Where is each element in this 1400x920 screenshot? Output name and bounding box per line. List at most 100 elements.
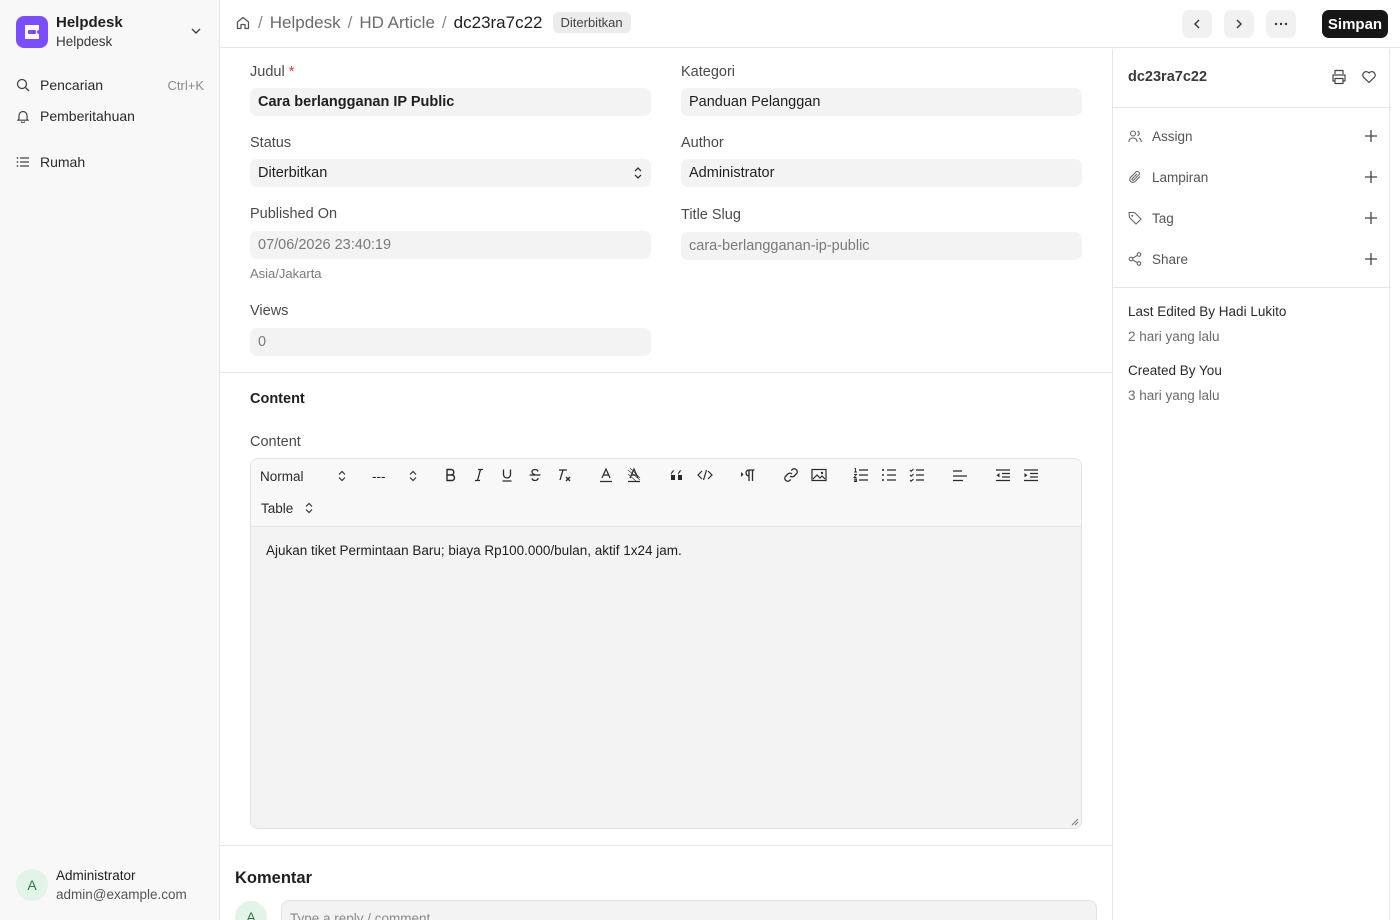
home-icon[interactable] (235, 15, 251, 31)
attachments-label: Lampiran (1152, 169, 1209, 185)
last-edited-by: Last Edited By Hadi Lukito (1128, 304, 1287, 319)
resize-handle-icon[interactable] (1071, 818, 1079, 826)
tag-label: Tag (1152, 210, 1174, 226)
avatar: A (16, 869, 48, 901)
document-id: dc23ra7c22 (1128, 69, 1208, 85)
created-by: Created By You (1128, 363, 1222, 378)
format-select-value: Normal (260, 468, 304, 484)
plus-icon[interactable] (1364, 252, 1378, 266)
strikethrough-icon[interactable] (526, 466, 544, 484)
link-icon[interactable] (782, 466, 800, 484)
tag-row[interactable]: Tag (1128, 207, 1378, 229)
title-label: Judul * (250, 64, 294, 80)
font-size-select-value: --- (372, 468, 386, 484)
bullet-list-icon[interactable] (880, 466, 898, 484)
select-arrows-icon (633, 166, 643, 180)
section-divider (220, 845, 1112, 846)
sidebar: Helpdesk Helpdesk Pencarian Ctrl+K Pembe… (0, 0, 220, 920)
author-input[interactable]: Administrator (681, 159, 1082, 187)
plus-icon[interactable] (1364, 129, 1378, 143)
share-row[interactable]: Share (1128, 248, 1378, 270)
views-input[interactable]: 0 (250, 328, 651, 356)
checklist-icon[interactable] (908, 466, 926, 484)
save-button[interactable]: Simpan (1322, 10, 1388, 38)
printer-icon[interactable] (1331, 69, 1347, 85)
indent-icon[interactable] (1022, 466, 1040, 484)
plus-icon[interactable] (1364, 170, 1378, 184)
status-select-value: Diterbitkan (258, 165, 328, 181)
code-block-icon[interactable] (696, 466, 714, 484)
select-arrows-icon (409, 470, 417, 482)
category-label: Kategori (681, 64, 736, 80)
comment-input[interactable]: Type a reply / comment (281, 900, 1097, 920)
user-menu[interactable]: A Administrator admin@example.com (16, 866, 187, 904)
status-select[interactable]: Diterbitkan (250, 159, 651, 187)
paragraph-direction-icon[interactable] (738, 466, 758, 484)
assign-row[interactable]: Assign (1128, 125, 1378, 147)
more-actions-button[interactable] (1266, 10, 1296, 38)
heart-icon[interactable] (1361, 69, 1377, 85)
sidebar-item-home[interactable]: Rumah (16, 149, 204, 175)
format-select[interactable]: Normal (260, 467, 346, 485)
title-slug-input[interactable]: cara-berlangganan-ip-public (681, 232, 1082, 260)
breadcrumb-hd-article[interactable]: HD Article (359, 13, 435, 33)
document-sidebar: dc23ra7c22 Assign Lampiran Tag Share Las… (1112, 49, 1391, 920)
ordered-list-icon[interactable] (852, 466, 870, 484)
search-icon (16, 78, 30, 92)
user-name: Administrator (56, 868, 136, 883)
editor-body-text[interactable]: Ajukan tiket Permintaan Baru; biaya Rp10… (266, 543, 682, 558)
paperclip-icon (1128, 170, 1142, 184)
content-editor[interactable]: Normal --- Table Ajukan tiket Permintaan… (250, 458, 1082, 829)
search-shortcut: Ctrl+K (167, 77, 204, 93)
published-on-label: Published On (250, 206, 338, 222)
panel-divider (1113, 287, 1391, 288)
share-label: Share (1152, 251, 1189, 267)
select-arrows-icon (338, 470, 346, 482)
table-select[interactable]: Table (261, 499, 313, 517)
clear-format-icon[interactable] (554, 466, 574, 484)
underline-icon[interactable] (498, 466, 516, 484)
blockquote-icon[interactable] (668, 466, 686, 484)
required-marker: * (288, 64, 295, 80)
table-select-value: Table (261, 500, 294, 516)
select-arrows-icon (305, 502, 313, 514)
sidebar-item-label: Rumah (40, 154, 86, 170)
breadcrumb-helpdesk[interactable]: Helpdesk (270, 13, 341, 33)
bold-icon[interactable] (442, 466, 460, 484)
created-time: 3 hari yang lalu (1128, 388, 1220, 403)
published-on-input[interactable]: 07/06/2026 23:40:19 (250, 231, 651, 259)
bell-icon (16, 109, 30, 123)
category-input[interactable]: Panduan Pelanggan (681, 88, 1082, 116)
brand-title: Helpdesk (56, 14, 123, 31)
attachments-row[interactable]: Lampiran (1128, 166, 1378, 188)
italic-icon[interactable] (470, 466, 488, 484)
image-icon[interactable] (810, 466, 828, 484)
author-label: Author (681, 135, 724, 151)
assign-label: Assign (1152, 128, 1193, 144)
background-color-icon[interactable] (625, 466, 643, 484)
chevron-right-icon (1233, 18, 1245, 30)
plus-icon[interactable] (1364, 211, 1378, 225)
sidebar-item-notifications[interactable]: Pemberitahuan (16, 103, 204, 129)
last-edited-time: 2 hari yang lalu (1128, 329, 1220, 344)
list-icon (16, 155, 30, 169)
status-label: Status (250, 135, 292, 151)
avatar: A (235, 901, 267, 920)
section-divider (220, 372, 1112, 373)
sidebar-item-search[interactable]: Pencarian Ctrl+K (16, 72, 204, 98)
chevron-left-icon (1191, 18, 1203, 30)
next-button[interactable] (1224, 10, 1254, 38)
title-slug-label: Title Slug (681, 207, 741, 223)
editor-toolbar: Normal --- Table (251, 459, 1081, 527)
content-section-title: Content (250, 391, 305, 407)
align-left-icon[interactable] (951, 466, 969, 484)
text-color-icon[interactable] (597, 466, 615, 484)
outdent-icon[interactable] (994, 466, 1012, 484)
share-icon (1128, 252, 1142, 266)
app-switcher[interactable]: Helpdesk Helpdesk (16, 14, 206, 50)
helpdesk-logo-icon (16, 16, 48, 48)
panel-divider (1113, 107, 1391, 108)
previous-button[interactable] (1182, 10, 1212, 38)
title-input[interactable]: Cara berlangganan IP Public (250, 88, 651, 116)
font-size-select[interactable]: --- (372, 467, 417, 485)
